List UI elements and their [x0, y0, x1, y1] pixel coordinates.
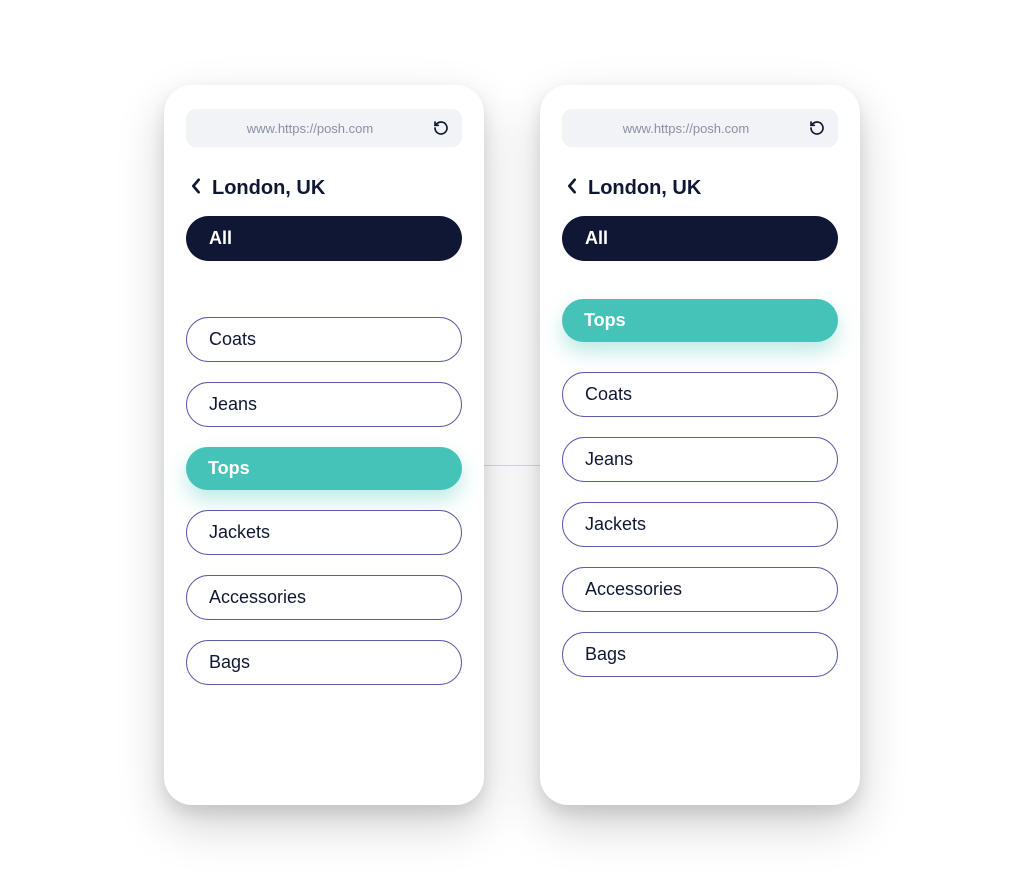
category-item[interactable]: Accessories — [562, 567, 838, 612]
category-label: Jackets — [585, 514, 646, 534]
category-label: Coats — [209, 329, 256, 349]
location-back[interactable]: London, UK — [186, 177, 462, 200]
filter-all-label: All — [209, 228, 232, 248]
category-label: Jeans — [209, 394, 257, 414]
category-label: Coats — [585, 384, 632, 404]
category-label: Jackets — [209, 522, 270, 542]
url-text: www.https://posh.com — [623, 121, 749, 136]
category-label: Accessories — [585, 579, 682, 599]
url-text: www.https://posh.com — [247, 121, 373, 136]
category-label: Jeans — [585, 449, 633, 469]
refresh-icon[interactable] — [432, 119, 450, 137]
filter-all[interactable]: All — [186, 216, 462, 261]
category-item[interactable]: Jeans — [186, 382, 462, 427]
phone-screen-right: www.https://posh.com London, UK All Tops… — [540, 85, 860, 805]
category-label: Accessories — [209, 587, 306, 607]
location-label: London, UK — [212, 177, 325, 200]
category-item[interactable]: Accessories — [186, 575, 462, 620]
category-item[interactable]: Bags — [562, 632, 838, 677]
category-item[interactable]: Jeans — [562, 437, 838, 482]
url-bar[interactable]: www.https://posh.com — [562, 109, 838, 147]
spacer — [186, 281, 462, 317]
category-item-selected[interactable]: Tops — [562, 299, 838, 342]
category-label: Tops — [584, 310, 626, 330]
filter-all[interactable]: All — [562, 216, 838, 261]
category-label: Tops — [208, 458, 250, 478]
phone-screen-left: www.https://posh.com London, UK All Coat… — [164, 85, 484, 805]
category-item-selected[interactable]: Tops — [186, 447, 462, 490]
category-item[interactable]: Jackets — [562, 502, 838, 547]
category-label: Bags — [209, 652, 250, 672]
chevron-left-icon — [190, 178, 202, 199]
spacer — [562, 362, 838, 372]
chevron-left-icon — [566, 178, 578, 199]
category-label: Bags — [585, 644, 626, 664]
filter-all-label: All — [585, 228, 608, 248]
category-item[interactable]: Jackets — [186, 510, 462, 555]
category-item[interactable]: Bags — [186, 640, 462, 685]
category-item[interactable]: Coats — [562, 372, 838, 417]
category-item[interactable]: Coats — [186, 317, 462, 362]
location-label: London, UK — [588, 177, 701, 200]
refresh-icon[interactable] — [808, 119, 826, 137]
url-bar[interactable]: www.https://posh.com — [186, 109, 462, 147]
spacer — [562, 281, 838, 299]
location-back[interactable]: London, UK — [562, 177, 838, 200]
